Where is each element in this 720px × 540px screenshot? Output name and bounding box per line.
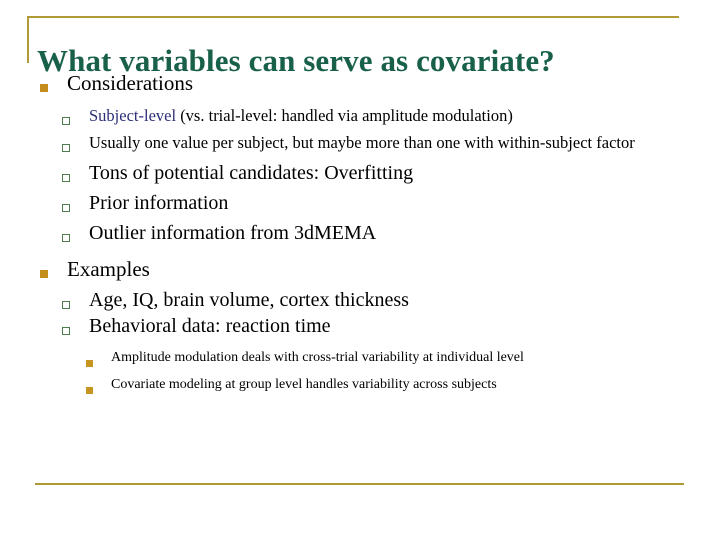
list-item: Behavioral data: reaction time bbox=[62, 314, 720, 340]
bullet-marker-wrap bbox=[62, 161, 89, 187]
bullet-marker-wrap bbox=[62, 191, 89, 217]
square-bullet-icon bbox=[40, 84, 48, 92]
list-item-text: Outlier information from 3dMEMA bbox=[89, 222, 377, 244]
section-heading-examples: Examples bbox=[67, 257, 150, 281]
list-item: Age, IQ, brain volume, cortex thickness bbox=[62, 288, 720, 314]
list-item-text: Tons of potential candidates: Overfittin… bbox=[89, 162, 414, 184]
list-item: Outlier information from 3dMEMA bbox=[62, 221, 720, 247]
bullet-marker-wrap bbox=[62, 104, 89, 130]
small-square-bullet-icon bbox=[86, 387, 93, 394]
bullet-marker-wrap bbox=[40, 256, 67, 283]
bullet-marker-wrap bbox=[62, 314, 89, 340]
bullet-marker-wrap bbox=[40, 70, 67, 97]
section-considerations: Considerations Subject-level (vs. trial-… bbox=[0, 70, 720, 247]
hollow-square-bullet-icon bbox=[62, 174, 70, 182]
square-bullet-icon bbox=[40, 270, 48, 278]
bullet-marker-wrap bbox=[86, 374, 111, 399]
small-square-bullet-icon bbox=[86, 360, 93, 367]
hollow-square-bullet-icon bbox=[62, 301, 70, 309]
bullet-marker-wrap bbox=[62, 131, 89, 157]
list-item: Tons of potential candidates: Overfittin… bbox=[62, 161, 720, 187]
list-item-text: Behavioral data: reaction time bbox=[89, 315, 331, 337]
list-item-text: Prior information bbox=[89, 192, 229, 214]
list-item: Amplitude modulation deals with cross-tr… bbox=[86, 347, 720, 372]
list-item: Covariate modeling at group level handle… bbox=[86, 374, 720, 399]
hollow-square-bullet-icon bbox=[62, 204, 70, 212]
hollow-square-bullet-icon bbox=[62, 234, 70, 242]
section-examples: Examples Age, IQ, brain volume, cortex t… bbox=[0, 256, 720, 399]
bullet-marker-wrap bbox=[86, 347, 111, 372]
subitem-list-considerations: Subject-level (vs. trial-level: handled … bbox=[0, 104, 720, 247]
hollow-square-bullet-icon bbox=[62, 327, 70, 335]
title-decoration-frame: What variables can serve as covariate? bbox=[27, 16, 679, 78]
bullet-item-examples: Examples bbox=[40, 256, 720, 283]
subitem-list-examples: Age, IQ, brain volume, cortex thickness … bbox=[0, 288, 720, 340]
section-heading-considerations: Considerations bbox=[67, 71, 193, 95]
list-item: Prior information bbox=[62, 191, 720, 217]
list-item: Subject-level (vs. trial-level: handled … bbox=[62, 104, 720, 130]
bullet-marker-wrap bbox=[62, 288, 89, 314]
slide-body: Considerations Subject-level (vs. trial-… bbox=[0, 70, 720, 401]
list-item-text: Amplitude modulation deals with cross-tr… bbox=[111, 350, 524, 365]
bullet-marker-wrap bbox=[62, 221, 89, 247]
hollow-square-bullet-icon bbox=[62, 117, 70, 125]
subitem-list-examples-detail: Amplitude modulation deals with cross-tr… bbox=[0, 347, 720, 399]
list-item-rest: (vs. trial-level: handled via amplitude … bbox=[176, 106, 513, 125]
list-item-text: Usually one value per subject, but maybe… bbox=[89, 133, 635, 152]
footer-divider bbox=[35, 483, 684, 485]
list-item-text: Covariate modeling at group level handle… bbox=[111, 377, 497, 392]
list-item-highlight: Subject-level bbox=[89, 106, 177, 125]
list-item-text: Age, IQ, brain volume, cortex thickness bbox=[89, 289, 409, 311]
list-item: Usually one value per subject, but maybe… bbox=[62, 131, 720, 157]
bullet-item-considerations: Considerations bbox=[40, 70, 720, 97]
list-item-text: Subject-level (vs. trial-level: handled … bbox=[89, 104, 513, 127]
hollow-square-bullet-icon bbox=[62, 144, 70, 152]
